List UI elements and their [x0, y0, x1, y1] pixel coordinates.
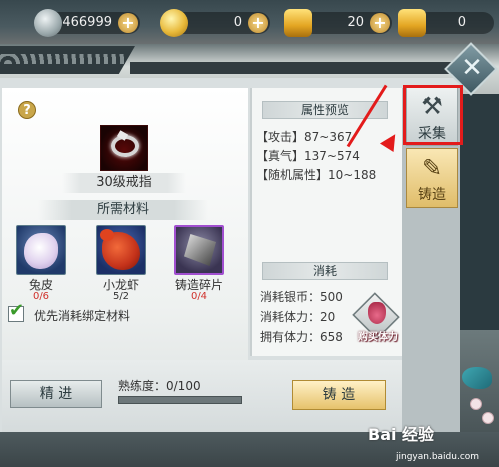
ingot-value: 20 [347, 15, 364, 30]
bird-decoration [462, 367, 492, 389]
add-ingot-button[interactable]: + [370, 13, 390, 33]
blossom-decoration [482, 412, 494, 424]
ingot-currency: 20 + [284, 9, 392, 37]
attribute-line: 【随机属性】10~188 [256, 168, 377, 182]
attribute-line: 【真气】137~574 [256, 149, 360, 163]
refine-button[interactable]: 精 进 [10, 380, 102, 408]
check-icon: ✔ [9, 300, 25, 321]
help-icon[interactable]: ? [18, 101, 36, 119]
gold-currency: 0 + [160, 9, 270, 37]
attribute-line: 【攻击】87~367 [256, 130, 353, 144]
material-count: 5/2 [112, 291, 130, 302]
buy-stamina-label[interactable]: 购买体力 [350, 328, 406, 343]
gold-ingot-icon [398, 9, 426, 37]
blossom-decoration [470, 398, 482, 410]
item-name: 30级戒指 [96, 175, 152, 190]
bound-ingot-value: 0 [457, 15, 466, 30]
material-count: 0/4 [190, 291, 208, 302]
crayfish-claw [100, 229, 114, 241]
annotation-highlight-box [403, 85, 463, 145]
add-silver-button[interactable]: + [118, 13, 138, 33]
rabbit-fur-icon [24, 233, 58, 269]
forge-button[interactable]: 铸 造 [292, 380, 386, 410]
proficiency-label: 熟练度：0/100 [118, 379, 201, 393]
gold-coin-icon [160, 9, 188, 37]
roof-tiles [0, 54, 125, 64]
gold-ingot-icon [284, 9, 312, 37]
watermark: Bai 经验 [368, 425, 435, 444]
cost-title: 消耗 [312, 264, 337, 278]
frame-bar [130, 62, 460, 74]
materials-title: 所需材料 [96, 202, 149, 217]
cost-line: 拥有体力：658 [260, 330, 343, 344]
forge-scroll-icon: ✎ [421, 154, 443, 182]
tab-forge-label[interactable]: 铸造 [406, 184, 458, 204]
watermark-url: jingyan.baidu.com [396, 452, 480, 462]
cost-line: 消耗体力：20 [260, 310, 336, 324]
silver-value: 466999 [62, 15, 112, 30]
close-icon[interactable]: ✕ [459, 51, 485, 85]
potion-icon [368, 302, 386, 324]
proficiency-bar [118, 396, 242, 404]
silver-currency: 466999 + [34, 9, 140, 37]
bound-materials-label: 优先消耗绑定材料 [34, 309, 131, 323]
gold-value: 0 [233, 15, 242, 30]
bound-ingot-currency: 0 [398, 9, 494, 37]
silver-coin-icon [34, 9, 62, 37]
cost-line: 消耗银币：500 [260, 290, 343, 304]
add-gold-button[interactable]: + [248, 13, 268, 33]
